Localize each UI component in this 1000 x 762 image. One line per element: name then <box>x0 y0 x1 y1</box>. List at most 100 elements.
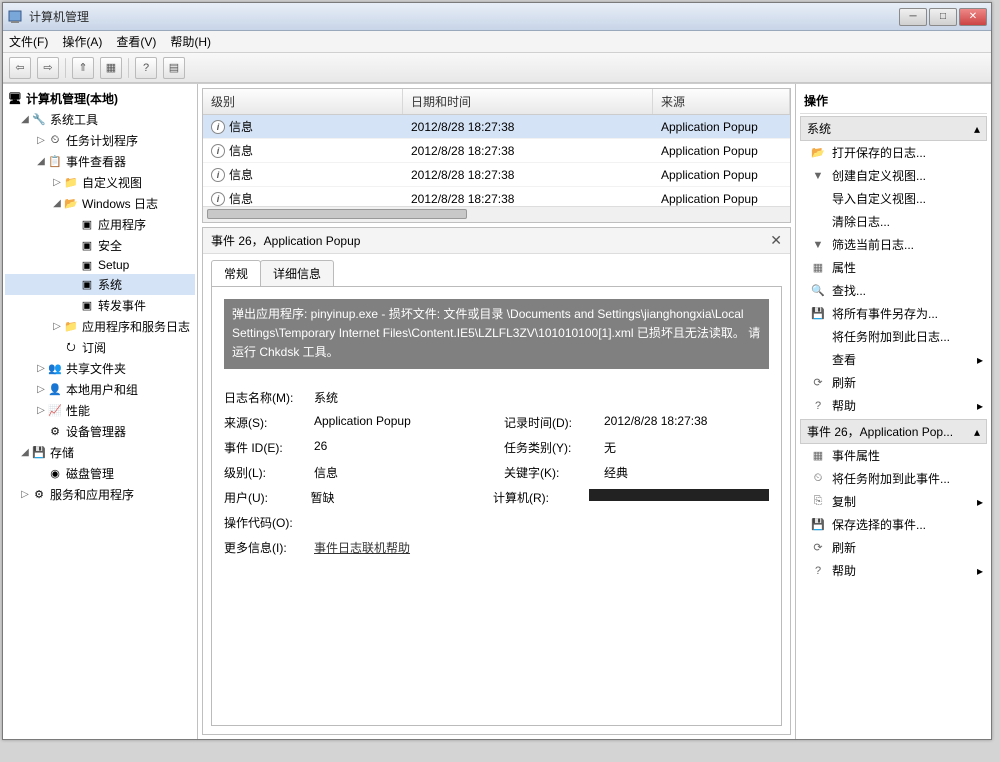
menu-view[interactable]: 查看(V) <box>116 33 156 50</box>
action-clear-log[interactable]: 清除日志... <box>800 210 987 233</box>
more-info-link[interactable]: 事件日志联机帮助 <box>314 539 504 556</box>
tree-custom-views[interactable]: ▷📁自定义视图 <box>5 172 195 193</box>
tree-local-users[interactable]: ▷👤本地用户和组 <box>5 379 195 400</box>
submenu-icon: ▸ <box>977 495 983 509</box>
detail-body: 弹出应用程序: pinyinup.exe - 损坏文件: 文件或目录 \Docu… <box>211 286 782 726</box>
grid-body[interactable]: i信息2012/8/28 18:27:38Application Popupi信… <box>203 115 790 206</box>
scrollbar-thumb[interactable] <box>207 209 467 219</box>
col-datetime[interactable]: 日期和时间 <box>403 89 653 114</box>
computer-icon: 🖥 <box>7 92 23 106</box>
back-button[interactable]: ⇦ <box>9 57 31 79</box>
action-help[interactable]: ?帮助▸ <box>800 394 987 417</box>
action-refresh-2[interactable]: ⟳刷新 <box>800 536 987 559</box>
tree-task-scheduler[interactable]: ▷⏲任务计划程序 <box>5 130 195 151</box>
action-save-selected[interactable]: 💾保存选择的事件... <box>800 513 987 536</box>
close-button[interactable]: ✕ <box>959 8 987 26</box>
action-view[interactable]: 查看▸ <box>800 348 987 371</box>
close-detail-button[interactable]: ✕ <box>770 232 782 249</box>
tree-forwarded-events[interactable]: ▣转发事件 <box>5 295 195 316</box>
tree-setup-log[interactable]: ▣Setup <box>5 256 195 274</box>
collapse-icon[interactable]: ◢ <box>35 156 47 167</box>
maximize-button[interactable]: □ <box>929 8 957 26</box>
horizontal-scrollbar[interactable] <box>203 206 790 222</box>
menu-help[interactable]: 帮助(H) <box>170 33 211 50</box>
source-label: 来源(S): <box>224 414 314 431</box>
tree-security-log[interactable]: ▣安全 <box>5 235 195 256</box>
open-icon: 📂 <box>810 145 826 161</box>
content-area: 🖥计算机管理(本地) ◢🔧系统工具 ▷⏲任务计划程序 ◢📋事件查看器 ▷📁自定义… <box>3 83 991 739</box>
tree-disk-management[interactable]: ◉磁盘管理 <box>5 463 195 484</box>
menu-file[interactable]: 文件(F) <box>9 33 48 50</box>
tree-app-service-logs[interactable]: ▷📁应用程序和服务日志 <box>5 316 195 337</box>
action-refresh[interactable]: ⟳刷新 <box>800 371 987 394</box>
action-help-2[interactable]: ?帮助▸ <box>800 559 987 582</box>
tab-details[interactable]: 详细信息 <box>260 260 334 286</box>
tree-shared-folders[interactable]: ▷👥共享文件夹 <box>5 358 195 379</box>
task-icon: ⏲ <box>810 471 826 487</box>
grid-row[interactable]: i信息2012/8/28 18:27:38Application Popup <box>203 163 790 187</box>
info-icon: i <box>211 168 225 182</box>
action-open-saved-log[interactable]: 📂打开保存的日志... <box>800 141 987 164</box>
tree-application-log[interactable]: ▣应用程序 <box>5 214 195 235</box>
action-find[interactable]: 🔍查找... <box>800 279 987 302</box>
action-event-properties[interactable]: ▦事件属性 <box>800 444 987 467</box>
tree-device-manager[interactable]: ⚙设备管理器 <box>5 421 195 442</box>
minimize-button[interactable]: ─ <box>899 8 927 26</box>
up-button[interactable]: ⇑ <box>72 57 94 79</box>
log-icon: ▣ <box>79 218 95 232</box>
expand-icon[interactable]: ▷ <box>51 321 63 332</box>
more-info-label: 更多信息(I): <box>224 539 314 556</box>
save-icon: 💾 <box>810 306 826 322</box>
forward-button[interactable]: ⇨ <box>37 57 59 79</box>
help-icon: ? <box>810 563 826 579</box>
action-filter-log[interactable]: ▼筛选当前日志... <box>800 233 987 256</box>
action-create-custom-view[interactable]: ▼创建自定义视图... <box>800 164 987 187</box>
expand-icon[interactable]: ▷ <box>35 135 47 146</box>
grid-row[interactable]: i信息2012/8/28 18:27:38Application Popup <box>203 139 790 163</box>
action-copy[interactable]: ⎘复制▸ <box>800 490 987 513</box>
collapse-icon[interactable]: ◢ <box>51 198 63 209</box>
tree-root[interactable]: 🖥计算机管理(本地) <box>5 88 195 109</box>
action-attach-task-log[interactable]: 将任务附加到此日志... <box>800 325 987 348</box>
col-level[interactable]: 级别 <box>203 89 403 114</box>
action-import-custom-view[interactable]: 导入自定义视图... <box>800 187 987 210</box>
expand-icon[interactable]: ▷ <box>35 363 47 374</box>
actions-section-system[interactable]: 系统▴ <box>800 116 987 141</box>
detail-title-text: 事件 26，Application Popup <box>211 232 360 249</box>
expand-icon[interactable]: ▷ <box>51 177 63 188</box>
grid-row[interactable]: i信息2012/8/28 18:27:38Application Popup <box>203 187 790 206</box>
refresh-icon: ⟳ <box>810 540 826 556</box>
tree-system-log[interactable]: ▣系统 <box>5 274 195 295</box>
properties-icon: ▦ <box>810 448 826 464</box>
event-detail: 事件 26，Application Popup ✕ 常规 详细信息 弹出应用程序… <box>202 227 791 735</box>
toolbar: ⇦ ⇨ ⇑ ▦ ? ▤ <box>3 53 991 83</box>
properties-button[interactable]: ▤ <box>163 57 185 79</box>
expand-icon[interactable]: ▷ <box>35 384 47 395</box>
actions-section-event[interactable]: 事件 26，Application Pop...▴ <box>800 419 987 444</box>
menu-action[interactable]: 操作(A) <box>62 33 102 50</box>
action-properties[interactable]: ▦属性 <box>800 256 987 279</box>
expand-icon[interactable]: ▷ <box>35 405 47 416</box>
action-save-all-events[interactable]: 💾将所有事件另存为... <box>800 302 987 325</box>
expand-icon[interactable]: ▷ <box>19 489 31 500</box>
col-source[interactable]: 来源 <box>653 89 790 114</box>
tab-general[interactable]: 常规 <box>211 260 261 286</box>
tree-performance[interactable]: ▷📈性能 <box>5 400 195 421</box>
separator <box>65 58 66 78</box>
tree-services-apps[interactable]: ▷⚙服务和应用程序 <box>5 484 195 505</box>
tree-windows-logs[interactable]: ◢📂Windows 日志 <box>5 193 195 214</box>
help-button[interactable]: ? <box>135 57 157 79</box>
show-hide-tree-button[interactable]: ▦ <box>100 57 122 79</box>
event-message[interactable]: 弹出应用程序: pinyinup.exe - 损坏文件: 文件或目录 \Docu… <box>224 299 769 369</box>
copy-icon: ⎘ <box>810 494 826 510</box>
event-id-label: 事件 ID(E): <box>224 439 314 456</box>
tree-event-viewer[interactable]: ◢📋事件查看器 <box>5 151 195 172</box>
collapse-icon[interactable]: ◢ <box>19 114 31 125</box>
tree-subscriptions[interactable]: ⭮订阅 <box>5 337 195 358</box>
action-attach-task-event[interactable]: ⏲将任务附加到此事件... <box>800 467 987 490</box>
tree-storage[interactable]: ◢💾存储 <box>5 442 195 463</box>
collapse-icon[interactable]: ◢ <box>19 447 31 458</box>
grid-row[interactable]: i信息2012/8/28 18:27:38Application Popup <box>203 115 790 139</box>
tree-system-tools[interactable]: ◢🔧系统工具 <box>5 109 195 130</box>
titlebar: 计算机管理 ─ □ ✕ <box>3 3 991 31</box>
